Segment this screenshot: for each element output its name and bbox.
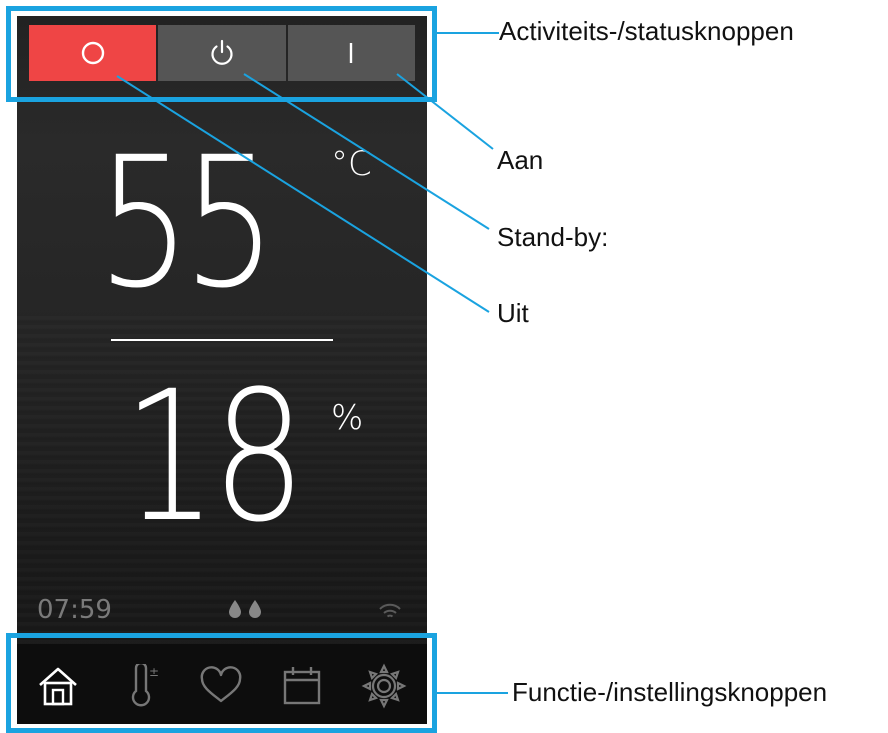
humidity-unit: % bbox=[331, 398, 364, 438]
wifi-icon bbox=[377, 601, 403, 626]
status-buttons-highlight bbox=[6, 6, 437, 102]
humidity-value: 18 bbox=[123, 353, 306, 562]
sauna-control-screen: 55 °C 18 % 07:59 ± bbox=[17, 16, 427, 724]
off-annotation: Uit bbox=[497, 298, 529, 328]
readout-divider bbox=[111, 339, 333, 341]
status-buttons-annotation: Activiteits-/statusknoppen bbox=[499, 16, 794, 46]
function-buttons-annotation: Functie-/instellingsknoppen bbox=[512, 677, 828, 707]
on-annotation: Aan bbox=[497, 145, 544, 175]
clock: 07:59 bbox=[37, 595, 112, 625]
water-drops-icon bbox=[227, 599, 263, 619]
standby-annotation: Stand-by: bbox=[497, 222, 609, 252]
temperature-value: 55 bbox=[97, 119, 277, 328]
function-buttons-highlight bbox=[6, 633, 437, 733]
temperature-unit: °C bbox=[331, 144, 372, 184]
